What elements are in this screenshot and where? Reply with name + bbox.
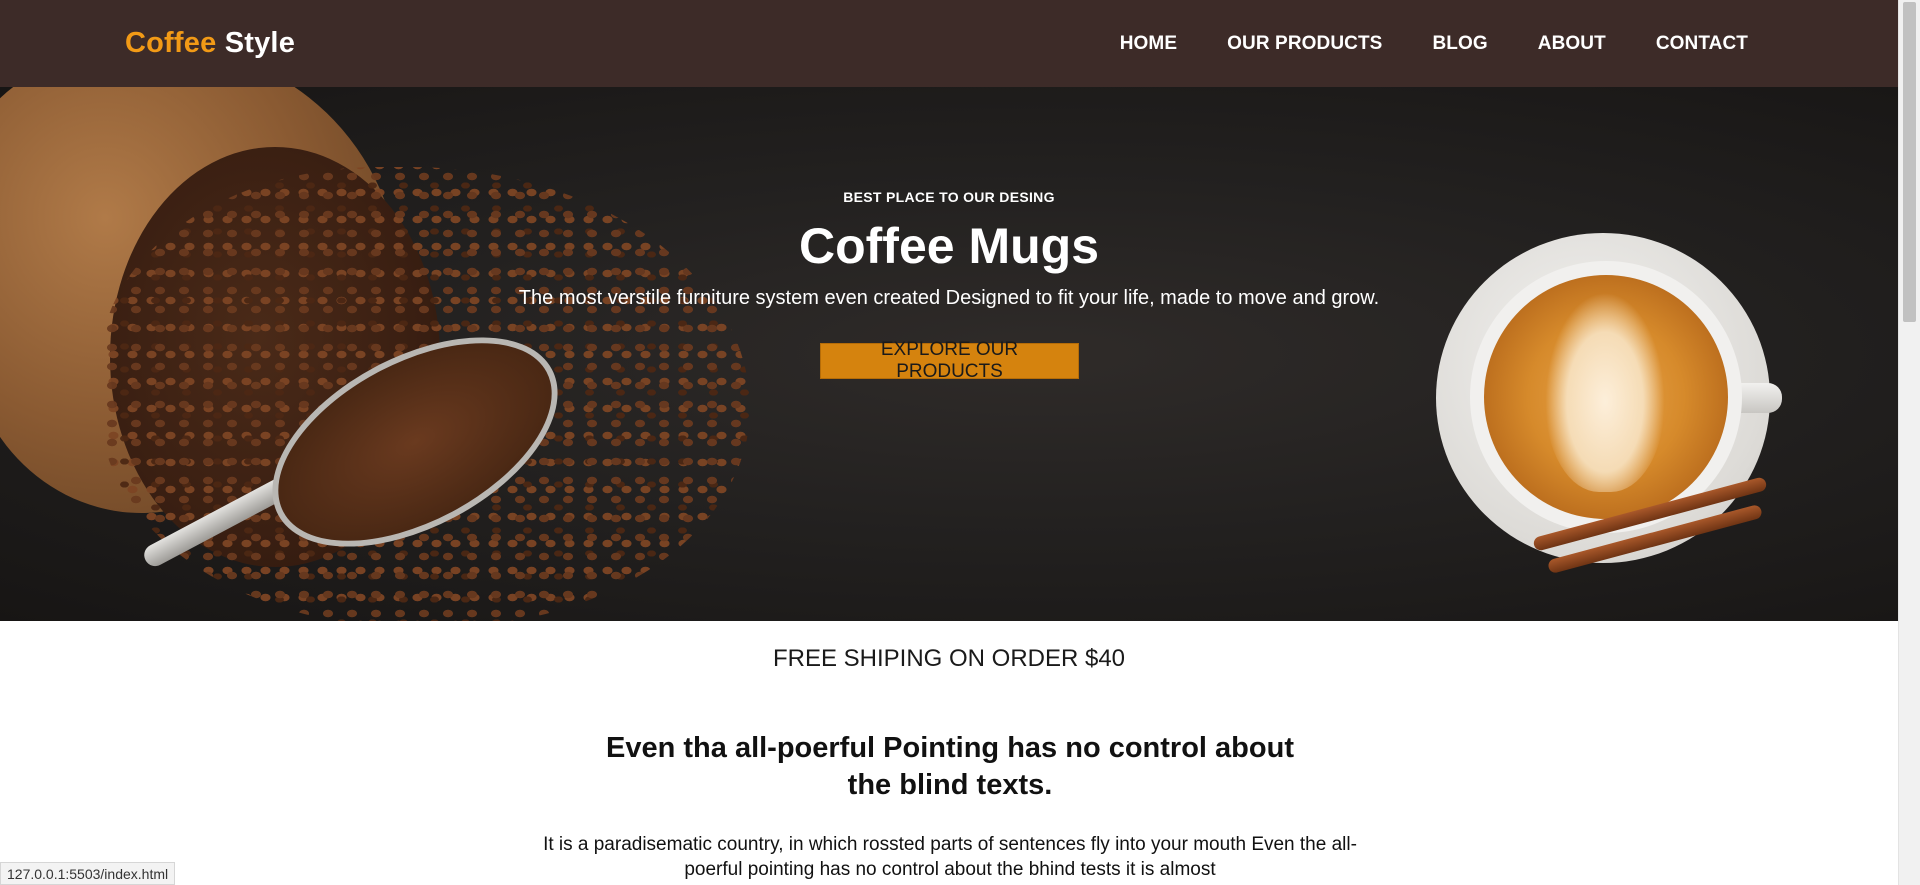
explore-products-button[interactable]: EXPLORE OUR PRODUCTS (820, 339, 1079, 382)
hero-eyebrow: BEST PLACE TO OUR DESING (843, 189, 1055, 205)
page: Coffee Style HOME OUR PRODUCTS BLOG ABOU… (0, 0, 1920, 885)
nav-link-our-products[interactable]: OUR PRODUCTS (1227, 33, 1382, 55)
brand-logo[interactable]: Coffee Style (125, 27, 295, 60)
main-nav: HOME OUR PRODUCTS BLOG ABOUT CONTACT (1120, 33, 1748, 55)
brand-logo-rest: Style (224, 27, 296, 59)
nav-link-home[interactable]: HOME (1120, 33, 1177, 55)
section-paragraph: It is a paradisematic country, in which … (543, 834, 1357, 880)
brand-logo-accent: Coffee (125, 27, 217, 59)
nav-link-about[interactable]: ABOUT (1538, 33, 1606, 55)
page-scrollbar[interactable] (1898, 0, 1920, 885)
nav-link-contact[interactable]: CONTACT (1656, 33, 1748, 55)
top-navbar: Coffee Style HOME OUR PRODUCTS BLOG ABOU… (0, 0, 1898, 87)
status-bar-url: 127.0.0.1:5503/index.html (0, 862, 176, 885)
hero-subtitle: The most verstile furniture system even … (518, 287, 1380, 309)
scrollbar-thumb[interactable] (1903, 2, 1916, 322)
free-shipping-banner: FREE SHIPING ON ORDER $40 (772, 645, 1126, 672)
section-heading: Even tha all-poerful Pointing has no con… (606, 732, 1294, 801)
hero-title: Coffee Mugs (799, 218, 1099, 274)
hero-banner: BEST PLACE TO OUR DESING Coffee Mugs The… (0, 87, 1898, 621)
latte-art-image (1545, 292, 1665, 492)
nav-link-blog[interactable]: BLOG (1432, 33, 1487, 55)
